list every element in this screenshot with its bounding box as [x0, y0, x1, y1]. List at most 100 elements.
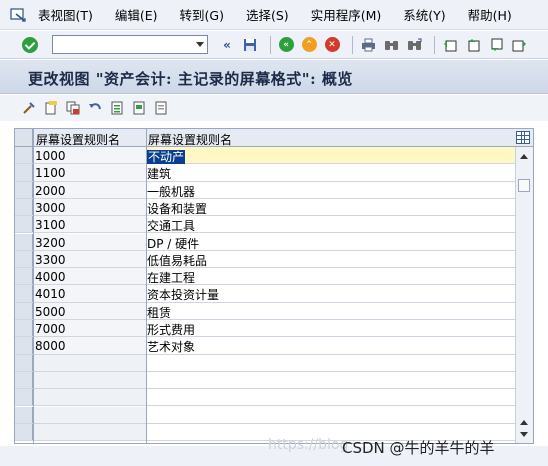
table-row[interactable]: 3300 低值易耗品	[15, 250, 515, 269]
scroll-up-icon[interactable]	[520, 420, 528, 425]
window-menu-icon[interactable]	[10, 7, 26, 22]
cell-description[interactable]: 艺术对象	[147, 338, 195, 355]
table-row[interactable]: 1000 不动产	[15, 147, 515, 165]
exit-icon[interactable]: ⌃	[300, 36, 318, 54]
table-row[interactable]: 3200 DP / 硬件	[15, 233, 515, 252]
table-row-empty[interactable]	[15, 406, 515, 424]
cell-description-text[interactable]: 艺术对象	[147, 340, 195, 354]
select-block-icon[interactable]	[132, 101, 146, 115]
save-icon[interactable]	[241, 36, 259, 54]
row-selector[interactable]	[15, 354, 33, 371]
cell-description[interactable]: 建筑	[147, 165, 171, 182]
column-header-rule[interactable]: 屏幕设置规则名	[36, 131, 120, 148]
prev-page-icon[interactable]	[464, 36, 482, 54]
row-selector[interactable]	[15, 337, 33, 354]
new-entries-icon[interactable]	[44, 101, 58, 115]
toolbar-separator	[352, 35, 353, 54]
undo-icon[interactable]	[88, 101, 102, 115]
back-icon[interactable]: «	[277, 36, 295, 54]
cell-description-text[interactable]: 形式费用	[147, 323, 195, 337]
row-selector[interactable]	[15, 302, 33, 319]
cell-description[interactable]: 低值易耗品	[147, 252, 207, 269]
menu-help[interactable]: 帮助(H)	[468, 5, 512, 24]
menu-selection[interactable]: 选择(S)	[246, 5, 289, 24]
deselect-all-icon[interactable]	[154, 101, 168, 115]
cell-description-text[interactable]: 租赁	[147, 306, 171, 320]
cell-description[interactable]: 租赁	[147, 304, 171, 321]
cancel-icon[interactable]: ✕	[323, 36, 341, 54]
table-settings-icon[interactable]	[516, 131, 530, 144]
cell-description[interactable]: 在建工程	[147, 269, 195, 286]
row-selector[interactable]	[15, 216, 33, 233]
cell-description[interactable]: 资本投资计量	[147, 286, 219, 303]
table-row[interactable]: 8000 艺术对象	[15, 337, 515, 355]
row-selector[interactable]	[15, 406, 33, 423]
cell-description[interactable]: 交通工具	[147, 217, 195, 234]
scroll-down-icon[interactable]	[520, 432, 528, 437]
cell-description[interactable]: 设备和装置	[147, 200, 207, 217]
vertical-scrollbar[interactable]	[515, 147, 533, 443]
cell-description-text[interactable]: 不动产	[147, 150, 186, 164]
collapse-icon[interactable]: «	[218, 36, 236, 54]
cell-description[interactable]: 一般机器	[147, 183, 195, 200]
row-selector[interactable]	[15, 285, 33, 302]
row-selector[interactable]	[15, 389, 33, 406]
cell-description[interactable]: 不动产	[147, 148, 186, 165]
table-row[interactable]: 3100 交通工具	[15, 216, 515, 234]
cell-description-focused-background	[146, 147, 515, 164]
menu-system[interactable]: 系统(Y)	[403, 5, 445, 24]
row-selector[interactable]	[15, 198, 33, 216]
table-row-empty[interactable]	[15, 371, 515, 390]
menu-goto[interactable]: 转到(G)	[180, 5, 224, 24]
cell-description-text[interactable]: DP / 硬件	[147, 237, 199, 251]
menu-edit[interactable]: 编辑(E)	[115, 5, 158, 24]
cell-description-text[interactable]: 一般机器	[147, 185, 195, 199]
column-header-description[interactable]: 屏幕设置规则名	[148, 131, 232, 148]
select-all-rows-button[interactable]	[15, 129, 33, 146]
cell-rule-background	[34, 389, 146, 406]
last-page-icon[interactable]	[510, 36, 528, 54]
table-row-empty[interactable]	[15, 354, 515, 372]
row-selector[interactable]	[15, 164, 33, 181]
scroll-page-button[interactable]	[518, 179, 530, 192]
display-change-icon[interactable]	[22, 101, 36, 115]
cell-description[interactable]: 形式费用	[147, 321, 195, 338]
table-row[interactable]: 5000 租赁	[15, 302, 515, 321]
next-page-icon[interactable]	[487, 36, 505, 54]
row-selector[interactable]	[15, 181, 33, 198]
copy-icon[interactable]	[66, 101, 80, 115]
cell-description-text[interactable]: 资本投资计量	[147, 288, 219, 302]
table-row[interactable]: 3000 设备和装置	[15, 198, 515, 217]
scroll-up-icon[interactable]	[520, 154, 528, 159]
table-row[interactable]: 4000 在建工程	[15, 268, 515, 286]
command-field[interactable]	[52, 35, 208, 54]
menu-utilities[interactable]: 实用程序(M)	[311, 5, 382, 24]
first-page-icon[interactable]	[441, 36, 459, 54]
menu-table-view[interactable]: 表视图(T)	[38, 5, 93, 24]
select-all-icon[interactable]	[110, 101, 124, 115]
row-selector[interactable]	[15, 371, 33, 389]
cell-description-text[interactable]: 建筑	[147, 167, 171, 181]
table-row[interactable]: 4010 资本投资计量	[15, 285, 515, 303]
chevron-down-icon[interactable]	[196, 42, 204, 47]
cell-description-text[interactable]: 设备和装置	[147, 202, 207, 216]
table-row[interactable]: 7000 形式费用	[15, 320, 515, 338]
row-selector[interactable]	[15, 147, 33, 164]
row-selector[interactable]	[15, 320, 33, 337]
row-selector[interactable]	[15, 233, 33, 250]
table-row[interactable]: 2000 一般机器	[15, 181, 515, 200]
table-row[interactable]: 1100 建筑	[15, 164, 515, 182]
cell-description[interactable]: DP / 硬件	[147, 235, 199, 252]
cell-description-text[interactable]: 交通工具	[147, 219, 195, 233]
row-selector[interactable]	[15, 268, 33, 285]
row-selector[interactable]	[15, 423, 33, 441]
row-selector[interactable]	[15, 250, 33, 268]
table-row-empty[interactable]	[15, 389, 515, 407]
cell-description-text[interactable]: 低值易耗品	[147, 254, 207, 268]
print-icon[interactable]	[359, 36, 377, 54]
command-input[interactable]	[53, 36, 207, 53]
find-next-icon[interactable]	[405, 36, 423, 54]
enter-icon[interactable]	[22, 36, 38, 53]
cell-description-text[interactable]: 在建工程	[147, 271, 195, 285]
find-icon[interactable]	[382, 36, 400, 54]
